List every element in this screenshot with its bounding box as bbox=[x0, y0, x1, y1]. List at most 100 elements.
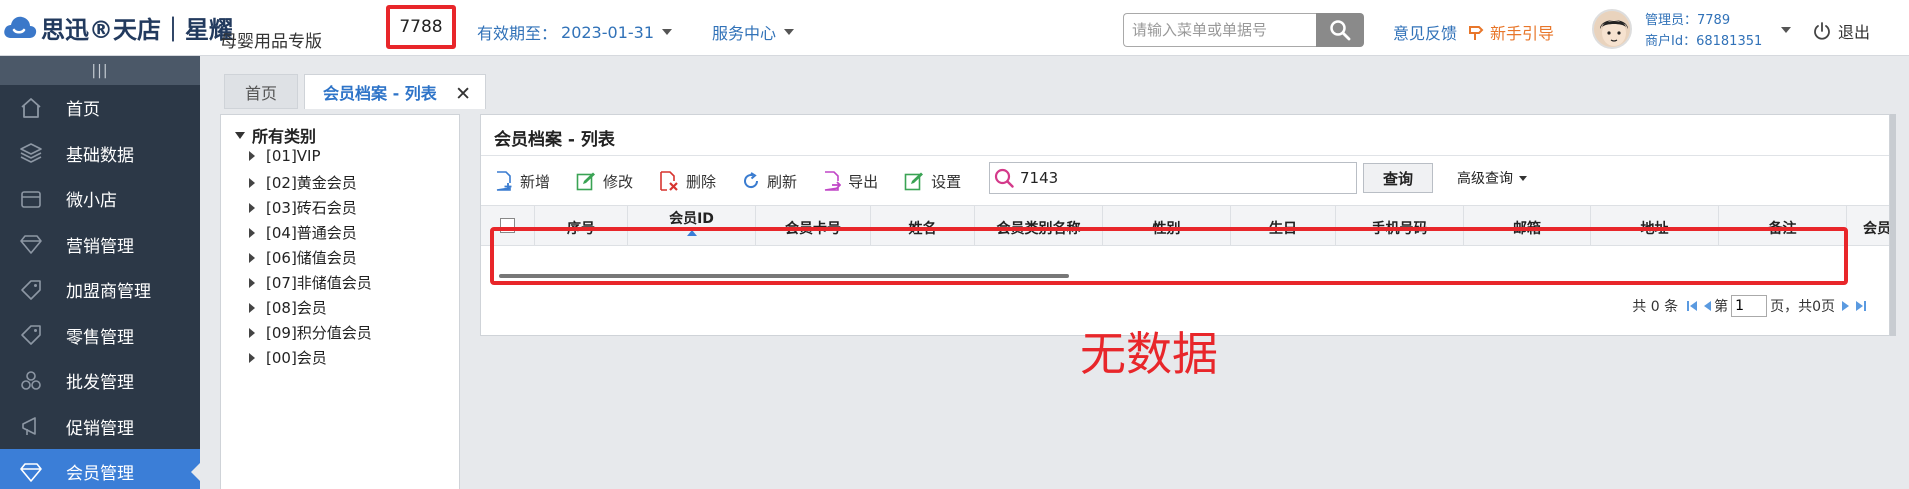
tree-root-label: 所有类别 bbox=[252, 127, 317, 146]
collapse-arrow-icon bbox=[249, 302, 255, 313]
first-page-icon[interactable] bbox=[1686, 300, 1698, 312]
tree-item[interactable]: [00]会员 bbox=[249, 347, 327, 368]
tree-item[interactable]: [09]积分值会员 bbox=[249, 322, 372, 343]
delete-icon bbox=[660, 171, 678, 191]
account-menu-chevron-icon[interactable] bbox=[1781, 27, 1791, 33]
collapse-arrow-icon bbox=[249, 327, 255, 338]
feedback-link[interactable]: 意见反馈 bbox=[1393, 20, 1457, 44]
last-page-icon[interactable] bbox=[1855, 300, 1867, 312]
export-button[interactable]: 导出 bbox=[823, 171, 878, 192]
delete-button[interactable]: 删除 bbox=[659, 171, 716, 192]
sidebar-item-wholesale[interactable]: 批发管理 bbox=[0, 358, 200, 404]
refresh-icon bbox=[744, 172, 759, 189]
store-code: 7788 bbox=[386, 5, 456, 49]
tag-icon bbox=[18, 322, 44, 348]
logo: 思迅®天店｜星耀 bbox=[2, 12, 233, 44]
collapse-arrow-icon bbox=[249, 177, 255, 188]
column-header-label: 会员ID bbox=[669, 211, 714, 227]
sidebar-item-label: 营销管理 bbox=[66, 236, 134, 257]
tree-item[interactable]: [01]VIP bbox=[249, 147, 321, 165]
tab-member-list[interactable]: 会员档案 - 列表 ✕ bbox=[304, 74, 486, 109]
column-header[interactable]: 会员 bbox=[1847, 206, 1889, 245]
service-center-dropdown[interactable]: 服务中心 bbox=[712, 20, 795, 44]
total-count: 共 0 条 bbox=[1632, 299, 1679, 315]
tree-item[interactable]: [08]会员 bbox=[249, 297, 327, 318]
prev-page-icon[interactable] bbox=[1702, 300, 1712, 312]
menu-search-input[interactable] bbox=[1123, 13, 1316, 47]
pager: 共 0 条 第 页，共0页 bbox=[1632, 295, 1869, 317]
delete-label: 删除 bbox=[686, 172, 717, 191]
sidebar-item-label: 促销管理 bbox=[66, 418, 134, 439]
tree-item[interactable]: [07]非储值会员 bbox=[249, 272, 372, 293]
category-tree: 所有类别 [01]VIP [02]黄金会员 [03]砖石会员 [04]普通会员 … bbox=[220, 114, 460, 489]
tree-item[interactable]: [02]黄金会员 bbox=[249, 172, 357, 193]
megaphone-icon bbox=[18, 413, 44, 439]
tree-root[interactable]: 所有类别 bbox=[235, 123, 316, 147]
sidebar-item-franchise[interactable]: 加盟商管理 bbox=[0, 267, 200, 313]
vertical-scrollbar[interactable] bbox=[1890, 114, 1896, 336]
refresh-button[interactable]: 刷新 bbox=[742, 171, 797, 192]
power-icon bbox=[1814, 22, 1830, 40]
sidebar-item-marketing[interactable]: 营销管理 bbox=[0, 222, 200, 268]
sidebar-item-label: 批发管理 bbox=[66, 373, 134, 394]
validity-dropdown[interactable]: 有效期至： 2023-01-31 bbox=[477, 20, 672, 44]
tree-item[interactable]: [03]砖石会员 bbox=[249, 197, 357, 218]
sidebar-item-label: 微小店 bbox=[66, 191, 117, 212]
diamond-icon bbox=[18, 459, 44, 485]
close-icon[interactable]: ✕ bbox=[455, 83, 471, 105]
logout-button[interactable]: 退出 bbox=[1812, 19, 1870, 43]
avatar[interactable] bbox=[1592, 9, 1632, 49]
toolbar: 新增 修改 删除 刷新 导出 设置 bbox=[495, 163, 987, 199]
tree-item-label: [09]积分值会员 bbox=[266, 324, 372, 342]
sidebar-item-basic-data[interactable]: 基础数据 bbox=[0, 131, 200, 177]
filter-input[interactable] bbox=[1020, 169, 1340, 187]
page-suffix: 页，共0页 bbox=[1770, 299, 1835, 315]
tree-item[interactable]: [04]普通会员 bbox=[249, 222, 357, 243]
highlight-annotation-box bbox=[490, 227, 1848, 285]
tree-item[interactable]: [06]储值会员 bbox=[249, 247, 357, 268]
guide-icon bbox=[1469, 25, 1484, 40]
sidebar-item-home[interactable]: 首页 bbox=[0, 85, 200, 131]
sidebar-item-promotion[interactable]: 促销管理 bbox=[0, 404, 200, 450]
tree-item-label: [01]VIP bbox=[266, 147, 321, 165]
search-icon bbox=[994, 168, 1014, 188]
advanced-query-dropdown[interactable]: 高级查询 bbox=[1457, 168, 1527, 188]
settings-button[interactable]: 设置 bbox=[904, 171, 961, 192]
chevron-down-icon bbox=[784, 29, 795, 35]
diamond-icon bbox=[18, 231, 44, 257]
store-icon bbox=[18, 186, 44, 212]
query-button[interactable]: 查询 bbox=[1363, 163, 1433, 193]
collapse-arrow-icon bbox=[249, 202, 255, 213]
tree-item-label: [08]会员 bbox=[266, 299, 327, 317]
sidebar-item-members[interactable]: 会员管理 bbox=[0, 449, 200, 489]
logo-text: 思迅®天店｜星耀 bbox=[41, 15, 233, 44]
sidebar-item-label: 首页 bbox=[66, 100, 100, 121]
store-code-text: 7788 bbox=[399, 17, 443, 37]
search-button[interactable] bbox=[1316, 13, 1364, 47]
avatar-icon bbox=[1594, 11, 1630, 47]
tree-item-label: [00]会员 bbox=[266, 349, 327, 367]
page-number-input[interactable] bbox=[1731, 295, 1768, 317]
sidebar-item-retail[interactable]: 零售管理 bbox=[0, 313, 200, 359]
guide-link[interactable]: 新手引导 bbox=[1468, 20, 1554, 44]
add-button[interactable]: 新增 bbox=[495, 171, 550, 192]
no-data-annotation: 无数据 bbox=[1080, 327, 1218, 381]
validity-label: 有效期至： bbox=[477, 24, 558, 43]
sidebar: ||| 首页 基础数据 微小店 营销管理 加盟商管理 零售管理 批发管理 促销管… bbox=[0, 56, 200, 489]
collapse-arrow-icon bbox=[249, 252, 255, 263]
expand-icon bbox=[235, 131, 245, 139]
tree-item-label: [03]砖石会员 bbox=[266, 199, 357, 217]
edit-icon bbox=[576, 172, 596, 191]
sidebar-item-micro-store[interactable]: 微小店 bbox=[0, 176, 200, 222]
tree-item-label: [06]储值会员 bbox=[266, 249, 357, 267]
service-center-label: 服务中心 bbox=[712, 24, 777, 43]
export-label: 导出 bbox=[848, 172, 879, 191]
sidebar-collapse-handle[interactable]: ||| bbox=[0, 56, 200, 85]
advanced-query-label: 高级查询 bbox=[1457, 171, 1513, 187]
tab-home[interactable]: 首页 bbox=[224, 74, 298, 109]
edit-button[interactable]: 修改 bbox=[576, 171, 633, 192]
tree-item-label: [04]普通会员 bbox=[266, 224, 357, 242]
next-page-icon[interactable] bbox=[1841, 300, 1851, 312]
logout-label: 退出 bbox=[1838, 23, 1871, 42]
export-icon bbox=[824, 171, 842, 191]
